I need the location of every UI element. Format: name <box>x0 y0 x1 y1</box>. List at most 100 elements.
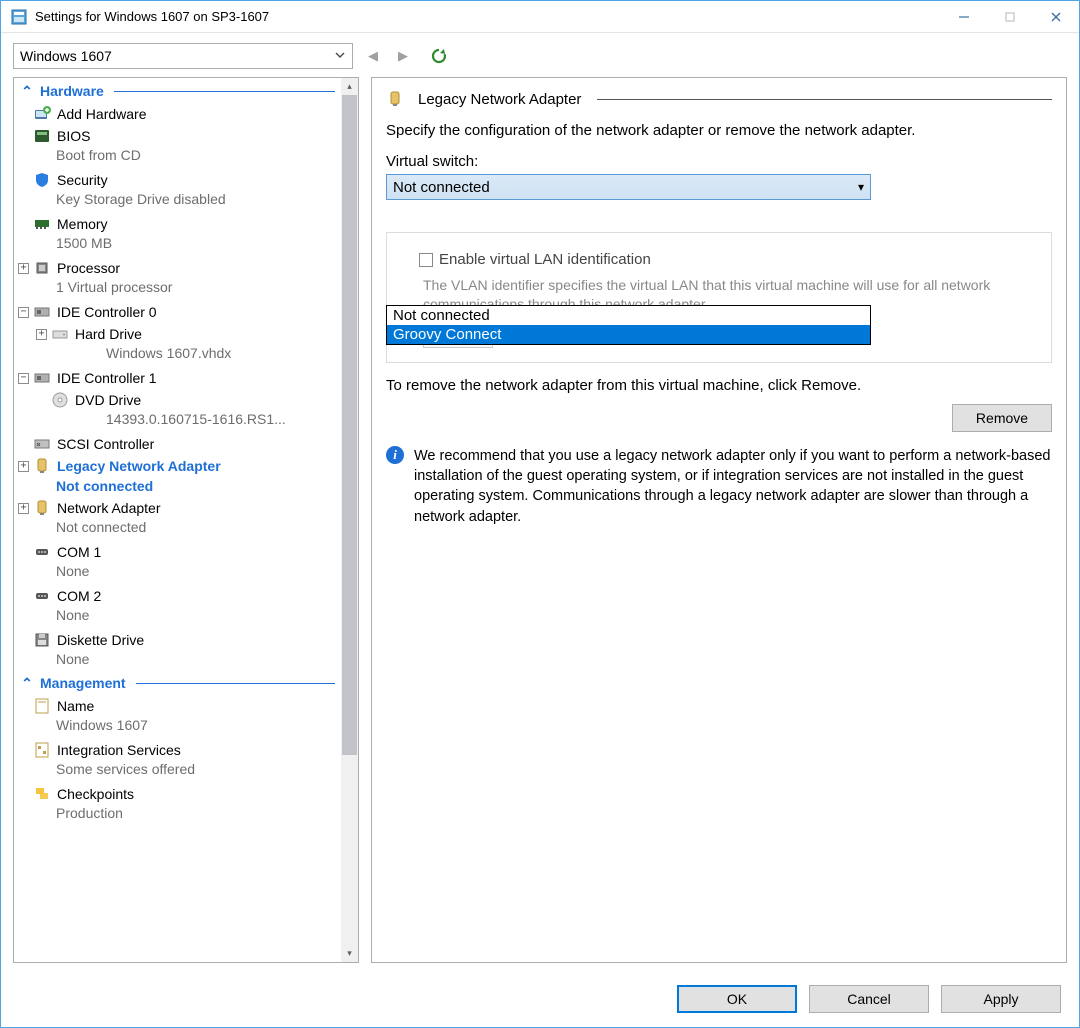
tree-sub-bios: Boot from CD <box>14 145 341 165</box>
minimize-button[interactable] <box>941 1 987 33</box>
vswitch-combo[interactable]: Not connected ▾ <box>386 174 871 200</box>
tree-item-memory[interactable]: Memory 1500 MB <box>14 212 341 256</box>
tree-sub-security: Key Storage Drive disabled <box>14 189 341 209</box>
tree-sub-name: Windows 1607 <box>14 715 341 735</box>
tree-item-network-adapter[interactable]: + Network Adapter Not connected <box>14 496 341 540</box>
com-port-icon <box>33 543 51 561</box>
chevron-up-icon: ⌃ <box>20 84 34 98</box>
tree-item-integration[interactable]: Integration Services Some services offer… <box>14 738 341 782</box>
tree-item-name[interactable]: Name Windows 1607 <box>14 694 341 738</box>
checkpoints-icon <box>33 785 51 803</box>
scroll-up-icon[interactable]: ▴ <box>341 78 358 95</box>
network-adapter-icon <box>33 499 51 517</box>
tree-item-com1[interactable]: COM 1 None <box>14 540 341 584</box>
vswitch-value: Not connected <box>393 179 490 196</box>
ok-button[interactable]: OK <box>677 985 797 1013</box>
vlan-checkbox-label: Enable virtual LAN identification <box>439 251 651 268</box>
detail-panel: Legacy Network Adapter Specify the confi… <box>371 77 1067 963</box>
reload-button[interactable] <box>429 45 449 67</box>
controller-icon <box>33 369 51 387</box>
app-icon <box>11 9 27 25</box>
chevron-down-icon <box>334 48 346 64</box>
diskette-icon <box>33 631 51 649</box>
tree-sub-hard-drive: Windows 1607.vhdx <box>32 343 341 363</box>
tree-item-hard-drive[interactable]: + Hard Drive Windows 1607.vhdx <box>14 322 341 366</box>
close-button[interactable] <box>1033 1 1079 33</box>
titlebar: Settings for Windows 1607 on SP3-1607 <box>1 1 1079 33</box>
tree-section-management[interactable]: ⌃ Management <box>14 672 341 694</box>
tree-item-scsi[interactable]: SCSI Controller <box>14 432 341 454</box>
hard-drive-icon <box>51 325 69 343</box>
tree-item-security[interactable]: Security Key Storage Drive disabled <box>14 168 341 212</box>
info-note: i We recommend that you use a legacy net… <box>386 446 1052 527</box>
dvd-icon <box>51 391 69 409</box>
window-title: Settings for Windows 1607 on SP3-1607 <box>35 9 941 24</box>
tree-scrollbar[interactable]: ▴ ▾ <box>341 78 358 962</box>
bios-icon <box>33 127 51 145</box>
controller-icon <box>33 303 51 321</box>
remove-button[interactable]: Remove <box>952 404 1052 432</box>
dropdown-option[interactable]: Groovy Connect <box>387 325 870 344</box>
vlan-checkbox[interactable] <box>419 253 433 267</box>
maximize-button[interactable] <box>987 1 1033 33</box>
integration-icon <box>33 741 51 759</box>
scroll-thumb[interactable] <box>342 95 357 755</box>
name-icon <box>33 697 51 715</box>
tree-sub-com2: None <box>14 605 341 625</box>
info-icon: i <box>386 446 404 464</box>
tree-item-legacy-network-adapter[interactable]: + Legacy Network Adapter Not connected <box>14 454 341 496</box>
tree-item-bios[interactable]: BIOS Boot from CD <box>14 124 341 168</box>
vswitch-label: Virtual switch: <box>386 153 1052 170</box>
vm-selector[interactable]: Windows 1607 <box>13 43 353 69</box>
tree-sub-na: Not connected <box>14 517 341 537</box>
collapse-icon[interactable]: − <box>18 307 29 318</box>
tree-item-diskette[interactable]: Diskette Drive None <box>14 628 341 672</box>
expand-icon[interactable]: + <box>18 461 29 472</box>
tree-sub-diskette: None <box>14 649 341 669</box>
vm-selector-value: Windows 1607 <box>20 48 112 64</box>
collapse-icon[interactable]: − <box>18 373 29 384</box>
expand-icon[interactable]: + <box>36 329 47 340</box>
tree-sub-memory: 1500 MB <box>14 233 341 253</box>
add-hardware-icon <box>33 105 51 123</box>
tree-item-dvd-drive[interactable]: DVD Drive 14393.0.160715-1616.RS1... <box>14 388 341 432</box>
chevron-down-icon: ▾ <box>858 180 864 194</box>
panel-description: Specify the configuration of the network… <box>386 122 1052 139</box>
tree-item-checkpoints[interactable]: Checkpoints Production <box>14 782 341 826</box>
chevron-up-icon: ⌃ <box>20 676 34 690</box>
remove-description: To remove the network adapter from this … <box>386 377 1052 394</box>
tree-sub-legacy-na: Not connected <box>14 476 341 496</box>
tree-item-ide0[interactable]: − IDE Controller 0 <box>14 300 341 322</box>
tree-item-com2[interactable]: COM 2 None <box>14 584 341 628</box>
network-adapter-icon <box>386 90 404 108</box>
scsi-icon <box>33 435 51 453</box>
apply-button[interactable]: Apply <box>941 985 1061 1013</box>
shield-icon <box>33 171 51 189</box>
tree-sub-dvd: 14393.0.160715-1616.RS1... <box>32 409 341 429</box>
nav-back-button[interactable]: ◀ <box>363 45 383 67</box>
vswitch-dropdown[interactable]: Not connected Groovy Connect <box>386 305 871 345</box>
tree-item-ide1[interactable]: − IDE Controller 1 <box>14 366 341 388</box>
memory-icon <box>33 215 51 233</box>
tree-section-hardware[interactable]: ⌃ Hardware <box>14 80 341 102</box>
expand-icon[interactable]: + <box>18 503 29 514</box>
scroll-down-icon[interactable]: ▾ <box>341 945 358 962</box>
toolbar: Windows 1607 ◀ ▶ <box>1 33 1079 77</box>
tree-sub-processor: 1 Virtual processor <box>14 277 341 297</box>
tree-sub-integration: Some services offered <box>14 759 341 779</box>
tree-item-processor[interactable]: + Processor 1 Virtual processor <box>14 256 341 300</box>
nav-forward-button[interactable]: ▶ <box>393 45 413 67</box>
settings-tree: ⌃ Hardware Add Hardware BIOS Boot fro <box>13 77 359 963</box>
panel-header: Legacy Network Adapter <box>386 90 1052 108</box>
processor-icon <box>33 259 51 277</box>
tree-sub-checkpoints: Production <box>14 803 341 823</box>
com-port-icon <box>33 587 51 605</box>
tree-sub-com1: None <box>14 561 341 581</box>
dialog-buttons: OK Cancel Apply <box>1 973 1079 1027</box>
expand-icon[interactable]: + <box>18 263 29 274</box>
cancel-button[interactable]: Cancel <box>809 985 929 1013</box>
dropdown-option[interactable]: Not connected <box>387 306 870 325</box>
settings-window: Settings for Windows 1607 on SP3-1607 Wi… <box>0 0 1080 1028</box>
network-adapter-icon <box>33 457 51 475</box>
tree-item-add-hardware[interactable]: Add Hardware <box>14 102 341 124</box>
